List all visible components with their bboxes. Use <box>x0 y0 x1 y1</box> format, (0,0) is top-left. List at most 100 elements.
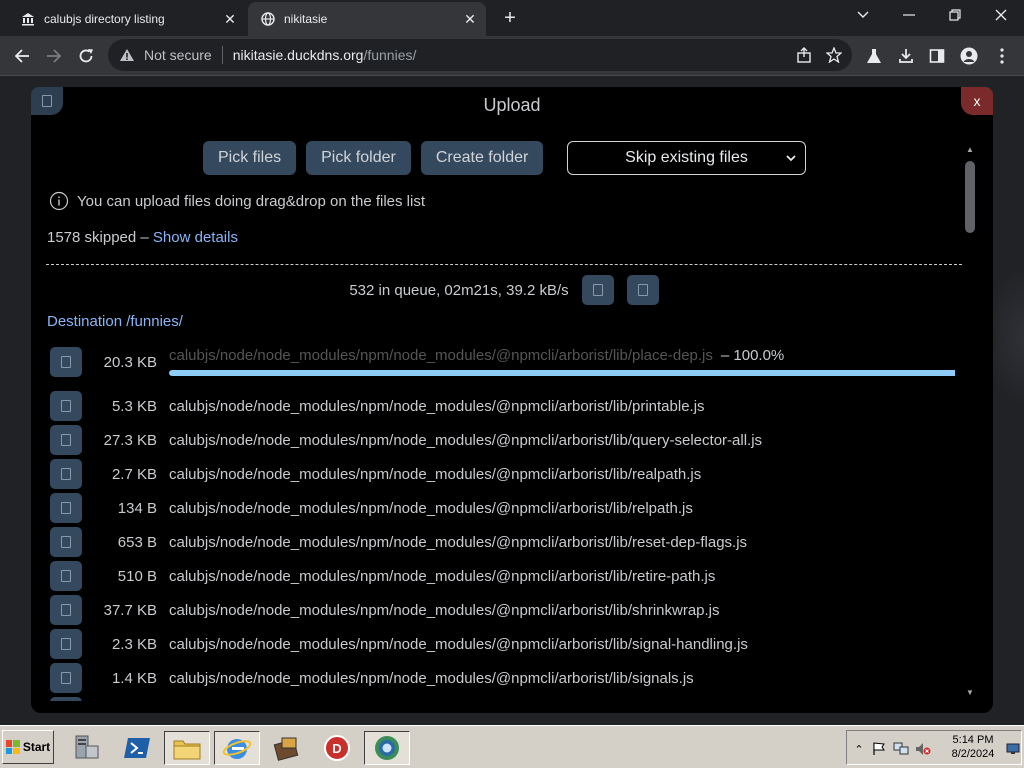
profile-avatar-icon[interactable] <box>955 42 983 70</box>
chrome-browser-icon[interactable] <box>364 731 410 765</box>
file-path: calubjs/node/node_modules/npm/node_modul… <box>169 635 748 653</box>
queue-status: 532 in queue, 02m21s, 39.2 kB/s <box>349 281 569 299</box>
pause-queue-button[interactable] <box>581 275 614 305</box>
file-explorer-icon[interactable] <box>164 731 210 765</box>
list-item <box>50 695 955 701</box>
show-details-link[interactable]: Show details <box>153 229 238 246</box>
file-path: calubjs/node/node_modules/npm/node_modul… <box>169 533 748 551</box>
remove-file-button[interactable] <box>50 697 82 701</box>
skipped-count: 1578 skipped – <box>47 229 153 246</box>
list-item: 134 B calubjs/node/node_modules/npm/node… <box>50 491 955 525</box>
remove-file-button[interactable] <box>50 459 82 489</box>
close-icon[interactable]: ✕ <box>220 9 240 29</box>
labs-flask-icon[interactable] <box>860 42 888 70</box>
arrow-right-icon <box>47 49 62 63</box>
kebab-menu-icon[interactable] <box>988 42 1016 70</box>
system-tray: ⌃ 5:14 PM 8/2/2024 <box>846 730 1022 765</box>
queue-status-row: 532 in queue, 02m21s, 39.2 kB/s <box>31 275 977 305</box>
window-close-button[interactable] <box>981 4 1021 26</box>
dialog-scrollbar[interactable]: ▲ ▼ <box>962 143 978 703</box>
file-size: 37.7 KB <box>103 601 157 619</box>
minimize-button[interactable] <box>889 4 929 26</box>
share-icon[interactable] <box>792 43 816 67</box>
forward-button[interactable] <box>40 42 68 70</box>
file-path: calubjs/node/node_modules/npm/node_modul… <box>169 567 716 585</box>
side-panel-icon[interactable] <box>923 42 951 70</box>
url-path: /funnies/ <box>363 47 417 63</box>
svg-text:D: D <box>332 741 341 756</box>
file-size: 20.3 KB <box>103 354 157 371</box>
divider <box>221 46 223 64</box>
back-button[interactable] <box>8 42 36 70</box>
remove-file-button[interactable] <box>50 493 82 523</box>
remove-file-button[interactable] <box>50 391 82 421</box>
browser-tab-strip: calubjs directory listing ✕ nikitasie ✕ … <box>0 0 1024 36</box>
skipped-summary: 1578 skipped – Show details <box>47 229 238 246</box>
list-item: 510 B calubjs/node/node_modules/npm/node… <box>50 559 955 593</box>
scroll-down-arrow-icon[interactable]: ▼ <box>966 688 974 697</box>
clock[interactable]: 5:14 PM 8/2/2024 <box>943 733 1003 761</box>
internet-explorer-icon[interactable] <box>214 731 260 765</box>
red-d-app-icon[interactable]: D <box>314 731 360 765</box>
file-size: 5.3 KB <box>111 397 157 415</box>
network-icon[interactable] <box>893 741 909 757</box>
remove-file-button[interactable] <box>50 663 82 693</box>
existing-files-select-value: Skip existing files <box>625 149 748 166</box>
file-size: 2.7 KB <box>111 465 157 483</box>
bookmark-star-icon[interactable] <box>822 43 846 67</box>
existing-files-select[interactable]: Skip existing files <box>567 141 806 175</box>
remove-file-button[interactable] <box>50 595 82 625</box>
pick-files-button[interactable]: Pick files <box>203 141 297 175</box>
chevron-up-icon[interactable]: ⌃ <box>851 741 867 757</box>
dialog-close-button[interactable]: x <box>961 87 993 115</box>
file-size: 2.3 KB <box>111 635 157 653</box>
upload-actions: Pick files Pick folder Create folder <box>203 141 544 175</box>
volume-muted-icon[interactable] <box>915 741 931 757</box>
file-size: 653 B <box>117 533 157 551</box>
file-path: calubjs/node/node_modules/npm/node_modul… <box>169 397 705 415</box>
list-item: 2.3 KB calubjs/node/node_modules/npm/nod… <box>50 627 955 661</box>
security-label[interactable]: Not secure <box>144 47 212 63</box>
drag-drop-hint-text: You can upload files doing drag&drop on … <box>77 192 426 210</box>
close-icon[interactable]: ✕ <box>460 9 480 29</box>
list-item: 2.7 KB calubjs/node/node_modules/npm/nod… <box>50 457 955 491</box>
application-icon[interactable] <box>264 731 310 765</box>
powershell-icon[interactable] <box>114 731 160 765</box>
restore-button[interactable] <box>935 4 975 26</box>
url-host: nikitasie.duckdns.org <box>232 47 364 63</box>
file-path: calubjs/node/node_modules/npm/node_modul… <box>169 431 763 449</box>
square-icon <box>61 604 71 616</box>
remove-file-button[interactable] <box>50 425 82 455</box>
globe-icon <box>260 11 276 27</box>
scrollbar-thumb[interactable] <box>965 161 975 233</box>
reload-button[interactable] <box>72 42 100 70</box>
scroll-up-arrow-icon[interactable]: ▲ <box>966 145 974 154</box>
tab-nikitasie[interactable]: nikitasie ✕ <box>248 2 486 36</box>
square-icon <box>637 284 648 296</box>
new-tab-button[interactable]: + <box>498 6 522 30</box>
action-center-flag-icon[interactable] <box>871 741 887 757</box>
address-bar[interactable]: Not secure nikitasie.duckdns.org/funnies… <box>108 39 852 71</box>
list-item: 27.3 KB calubjs/node/node_modules/npm/no… <box>50 423 955 457</box>
file-size: 27.3 KB <box>103 431 157 449</box>
remove-file-button[interactable] <box>50 561 82 591</box>
clear-queue-button[interactable] <box>626 275 659 305</box>
remove-file-button[interactable] <box>50 527 82 557</box>
square-icon <box>592 284 603 296</box>
tab-search-chevron-down-icon[interactable] <box>843 4 883 26</box>
pick-folder-button[interactable]: Pick folder <box>306 141 411 175</box>
destination-label[interactable]: Destination /funnies/ <box>47 313 183 330</box>
server-manager-icon[interactable] <box>64 731 110 765</box>
upload-progress-fill <box>169 370 955 376</box>
warning-triangle-icon[interactable] <box>118 48 136 62</box>
show-desktop-icon[interactable] <box>1005 741 1021 757</box>
upload-percent: – 100.0% <box>720 347 785 364</box>
upload-file-list[interactable]: 20.3 KB calubjs/node/node_modules/npm/no… <box>50 345 955 701</box>
start-button[interactable]: Start <box>2 730 54 764</box>
remove-file-button[interactable] <box>50 629 82 659</box>
download-icon[interactable] <box>892 42 920 70</box>
chevron-down-icon <box>786 155 796 162</box>
remove-file-button[interactable] <box>50 347 82 377</box>
tab-calubjs-directory-listing[interactable]: calubjs directory listing ✕ <box>8 2 246 36</box>
create-folder-button[interactable]: Create folder <box>420 141 544 175</box>
